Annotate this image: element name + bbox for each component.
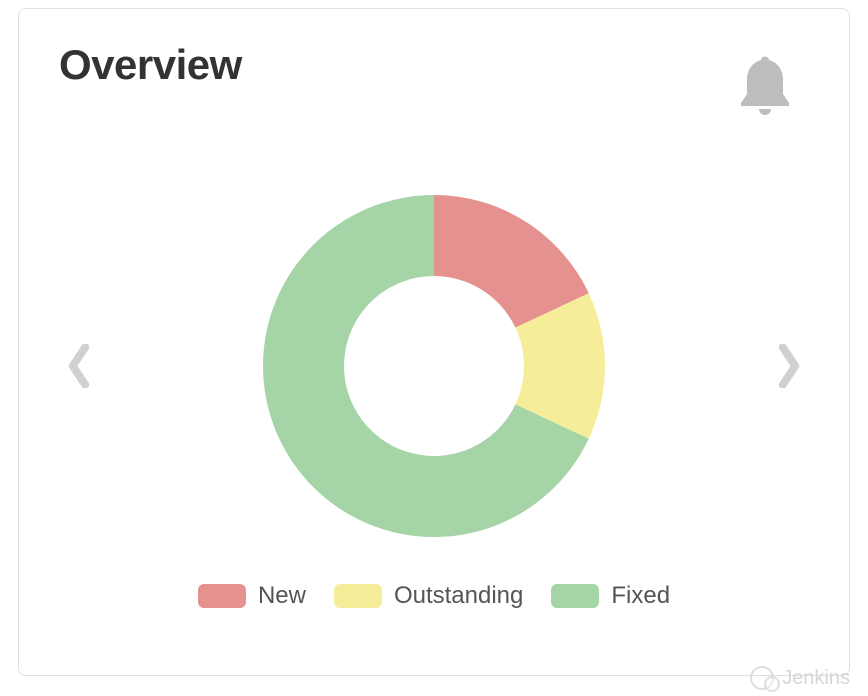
next-button[interactable] <box>775 344 803 388</box>
legend-item-outstanding[interactable]: Outstanding <box>334 582 523 610</box>
legend: New Outstanding Fixed <box>19 582 849 610</box>
legend-label: New <box>258 582 306 610</box>
legend-label: Outstanding <box>394 582 523 610</box>
legend-item-fixed[interactable]: Fixed <box>551 582 670 610</box>
overview-card: Overview New Outstanding Fixed <box>18 8 850 676</box>
chart-area <box>19 186 849 546</box>
legend-swatch <box>198 584 246 608</box>
legend-swatch <box>551 584 599 608</box>
legend-label: Fixed <box>611 582 670 610</box>
page-title: Overview <box>59 41 242 89</box>
donut-chart <box>254 186 614 546</box>
legend-item-new[interactable]: New <box>198 582 306 610</box>
prev-button[interactable] <box>65 344 93 388</box>
notifications-button[interactable] <box>729 41 809 126</box>
bell-icon <box>729 49 801 121</box>
card-header: Overview <box>19 9 849 126</box>
legend-swatch <box>334 584 382 608</box>
